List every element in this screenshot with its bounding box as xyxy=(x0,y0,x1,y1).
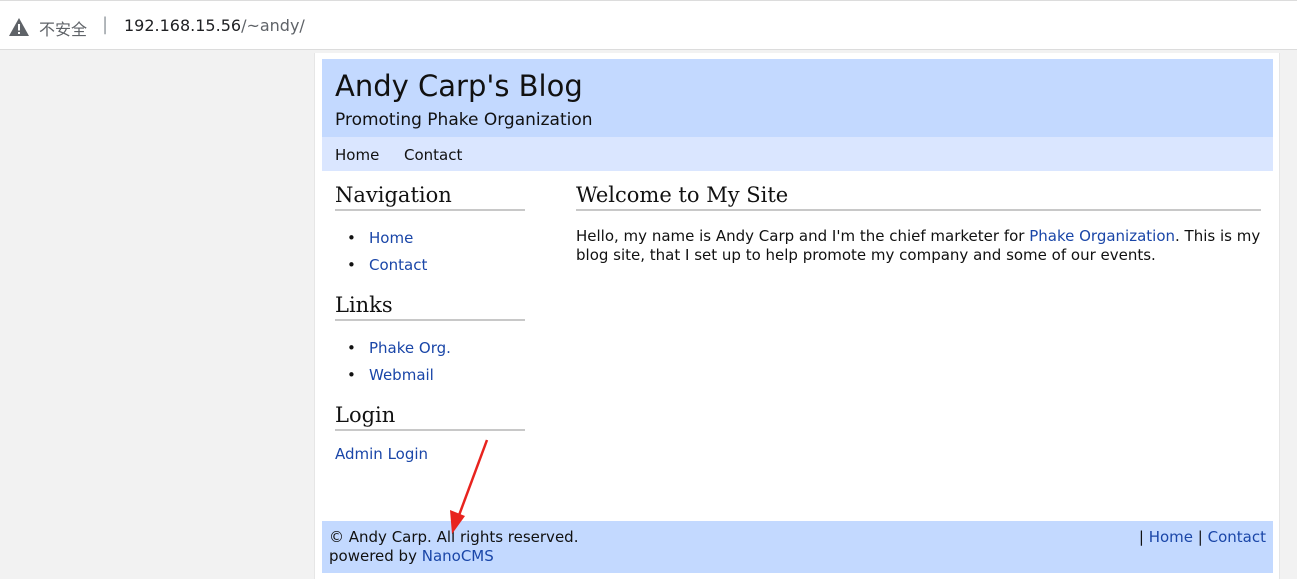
intro-text-before: Hello, my name is Andy Carp and I'm the … xyxy=(576,227,1030,245)
sidebar-home-link[interactable]: Home xyxy=(369,229,413,247)
list-item: Phake Org. xyxy=(347,335,525,362)
footer-contact-link[interactable]: Contact xyxy=(1208,528,1266,546)
warning-icon[interactable] xyxy=(8,17,30,37)
site-title: Andy Carp's Blog xyxy=(335,69,583,103)
sidebar: Navigation Home Contact Links Phake Org.… xyxy=(335,183,525,463)
page-title: Welcome to My Site xyxy=(576,183,1261,211)
links-heading: Links xyxy=(335,293,525,321)
nanocms-link[interactable]: NanoCMS xyxy=(422,547,494,565)
topnav-home-link[interactable]: Home xyxy=(335,146,379,164)
url-path: /~andy/ xyxy=(241,16,305,35)
site-header: Andy Carp's Blog Promoting Phake Organiz… xyxy=(322,59,1273,137)
footer-home-link[interactable]: Home xyxy=(1149,528,1193,546)
list-item: Webmail xyxy=(347,362,525,389)
browser-address-bar: 不安全 | 192.168.15.56/~andy/ xyxy=(0,0,1297,50)
security-status-label[interactable]: 不安全 xyxy=(39,16,87,40)
sidebar-contact-link[interactable]: Contact xyxy=(369,256,427,274)
intro-paragraph: Hello, my name is Andy Carp and I'm the … xyxy=(576,227,1261,265)
site-subtitle: Promoting Phake Organization xyxy=(335,110,593,130)
login-heading: Login xyxy=(335,403,525,431)
topnav-contact-link[interactable]: Contact xyxy=(404,146,462,164)
main-content: Welcome to My Site Hello, my name is And… xyxy=(576,183,1261,265)
phake-organization-link[interactable]: Phake Organization xyxy=(1029,227,1175,245)
navigation-heading: Navigation xyxy=(335,183,525,211)
webmail-link[interactable]: Webmail xyxy=(369,366,434,384)
url-text[interactable]: 192.168.15.56/~andy/ xyxy=(124,16,305,35)
links-list: Phake Org. Webmail xyxy=(335,335,525,389)
phake-org-link[interactable]: Phake Org. xyxy=(369,339,451,357)
footer-separator: | xyxy=(1138,528,1144,546)
top-navigation: Home Contact xyxy=(322,137,1273,171)
list-item: Home xyxy=(347,225,525,252)
footer-nav: | Home | Contact xyxy=(1139,528,1266,546)
omnibox-separator: | xyxy=(102,14,109,35)
navigation-list: Home Contact xyxy=(335,225,525,279)
footer-separator: | xyxy=(1197,528,1203,546)
url-host: 192.168.15.56 xyxy=(124,16,242,35)
powered-prefix: powered by xyxy=(329,547,422,565)
omnibox[interactable]: 不安全 | 192.168.15.56/~andy/ xyxy=(0,7,1297,45)
powered-by: powered by NanoCMS xyxy=(329,547,494,565)
list-item: Contact xyxy=(347,252,525,279)
annotation-arrow-icon xyxy=(450,439,489,534)
